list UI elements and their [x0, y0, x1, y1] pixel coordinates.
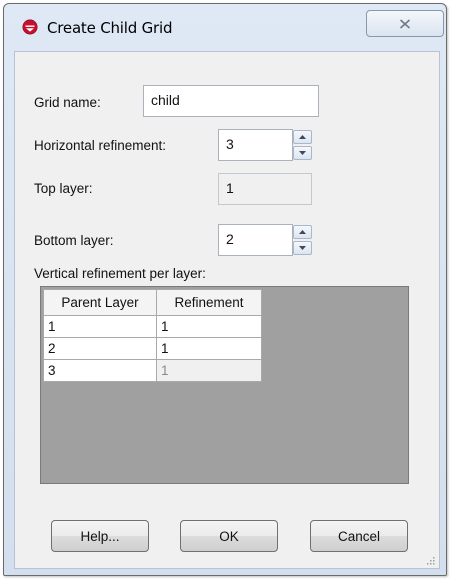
close-icon — [399, 18, 411, 29]
column-header-refinement[interactable]: Refinement — [156, 289, 262, 316]
refinement-cell[interactable]: 1 — [156, 315, 262, 338]
resize-grip-icon[interactable] — [425, 555, 435, 565]
bottom-layer-label: Bottom layer: — [34, 233, 114, 248]
cancel-button[interactable]: Cancel — [310, 520, 408, 552]
window-title: Create Child Grid — [47, 19, 173, 37]
horizontal-refinement-input[interactable]: 3 — [218, 129, 293, 161]
ok-button[interactable]: OK — [180, 520, 278, 552]
arrow-down-icon — [299, 151, 306, 155]
top-layer-field: 1 — [218, 173, 312, 205]
parent-layer-cell: 1 — [43, 315, 157, 338]
create-child-grid-dialog: Create Child Grid Grid name: child Horiz… — [3, 3, 447, 576]
arrow-up-icon — [299, 230, 306, 234]
spin-up-button[interactable] — [293, 130, 312, 144]
table-row: 3 1 — [43, 359, 262, 382]
vertical-refinement-label: Vertical refinement per layer: — [34, 266, 206, 281]
table-row: 2 1 — [43, 337, 262, 360]
column-header-parent-layer[interactable]: Parent Layer — [43, 289, 157, 316]
title-bar[interactable]: Create Child Grid — [4, 4, 446, 40]
dialog-body: Grid name: child Horizontal refinement: … — [14, 51, 440, 569]
grid-name-label: Grid name: — [34, 95, 101, 110]
help-button[interactable]: Help... — [51, 520, 149, 552]
refinement-table: Parent Layer Refinement 1 1 2 1 3 1 — [43, 289, 262, 382]
spin-up-button[interactable] — [293, 225, 312, 239]
refinement-cell[interactable]: 1 — [156, 337, 262, 360]
gms-logo-icon — [22, 19, 38, 35]
parent-layer-cell: 2 — [43, 337, 157, 360]
table-header-row: Parent Layer Refinement — [43, 289, 262, 316]
horizontal-refinement-stepper[interactable] — [293, 129, 312, 161]
table-row: 1 1 — [43, 315, 262, 338]
bottom-layer-input[interactable]: 2 — [218, 224, 293, 256]
refinement-grid[interactable]: Parent Layer Refinement 1 1 2 1 3 1 — [40, 286, 409, 484]
spin-down-button[interactable] — [293, 146, 312, 160]
bottom-layer-stepper[interactable] — [293, 224, 312, 256]
spin-down-button[interactable] — [293, 241, 312, 255]
parent-layer-cell: 3 — [43, 359, 157, 382]
horizontal-refinement-label: Horizontal refinement: — [34, 138, 167, 153]
arrow-up-icon — [299, 135, 306, 139]
refinement-cell: 1 — [156, 359, 262, 382]
grid-name-input[interactable]: child — [143, 85, 319, 117]
top-layer-label: Top layer: — [34, 181, 93, 196]
arrow-down-icon — [299, 246, 306, 250]
close-button[interactable] — [366, 10, 444, 37]
